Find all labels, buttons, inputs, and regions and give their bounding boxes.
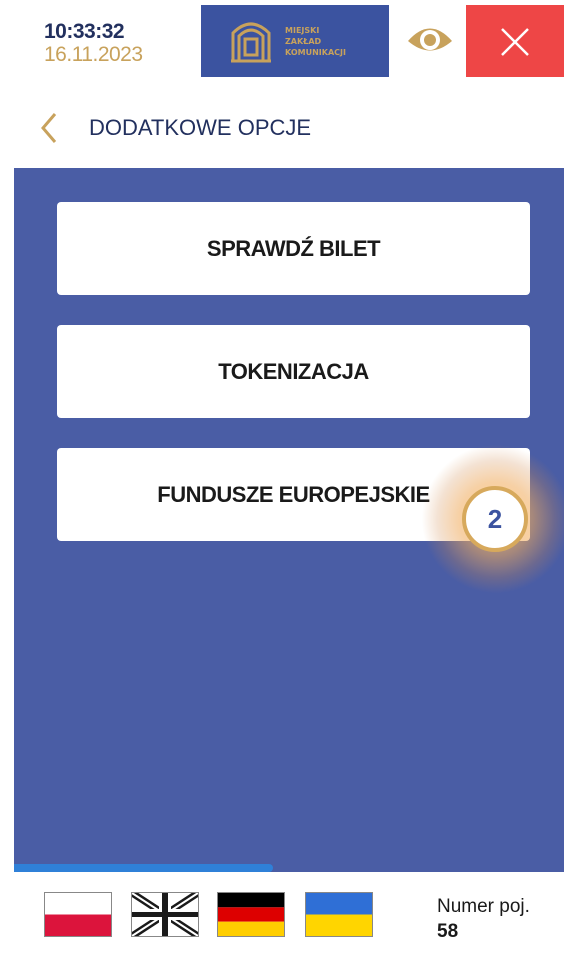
progress-bar [14, 864, 564, 872]
app-frame: 10:33:32 16.11.2023 MIEJSKI ZAKŁAD KOMUN… [14, 0, 564, 957]
vehicle-number-value: 58 [437, 921, 459, 942]
logo-line-1: MIEJSKI [285, 26, 320, 35]
logo-line-2: ZAKŁAD [285, 37, 322, 46]
vehicle-number-label: Numer poj. [437, 896, 530, 917]
gb-flag-icon[interactable] [131, 892, 199, 937]
title-bar: DODATKOWE OPCJE [14, 88, 564, 168]
company-logo: MIEJSKI ZAKŁAD KOMUNIKACJI [201, 5, 389, 77]
accessibility-button[interactable] [402, 10, 458, 66]
pl-flag-icon[interactable] [44, 892, 112, 937]
check-ticket-button[interactable]: SPRAWDŹ BILET [57, 202, 530, 295]
clock-date: 16.11.2023 [44, 43, 143, 66]
close-button[interactable] [466, 5, 564, 77]
page-title: DODATKOWE OPCJE [89, 115, 312, 140]
back-button[interactable] [38, 110, 60, 151]
logo-line-3: KOMUNIKACJI [285, 48, 346, 57]
close-icon [501, 28, 529, 56]
options-panel: SPRAWDŹ BILET TOKENIZACJA FUNDUSZE EUROP… [14, 168, 564, 864]
logo-text: MIEJSKI ZAKŁAD KOMUNIKACJI [285, 25, 346, 58]
step-badge: 2 [462, 486, 528, 552]
header: 10:33:32 16.11.2023 MIEJSKI ZAKŁAD KOMUN… [14, 0, 564, 80]
footer: Numer poj. 58 [14, 872, 564, 957]
de-flag-icon[interactable] [217, 892, 285, 937]
progress-fill [14, 864, 273, 872]
clock-time: 10:33:32 [44, 20, 125, 43]
logo-emblem-icon [231, 22, 271, 63]
chevron-left-icon [41, 113, 57, 143]
eye-icon [408, 28, 452, 51]
tokenization-button[interactable]: TOKENIZACJA [57, 325, 530, 418]
ua-flag-icon[interactable] [305, 892, 373, 937]
